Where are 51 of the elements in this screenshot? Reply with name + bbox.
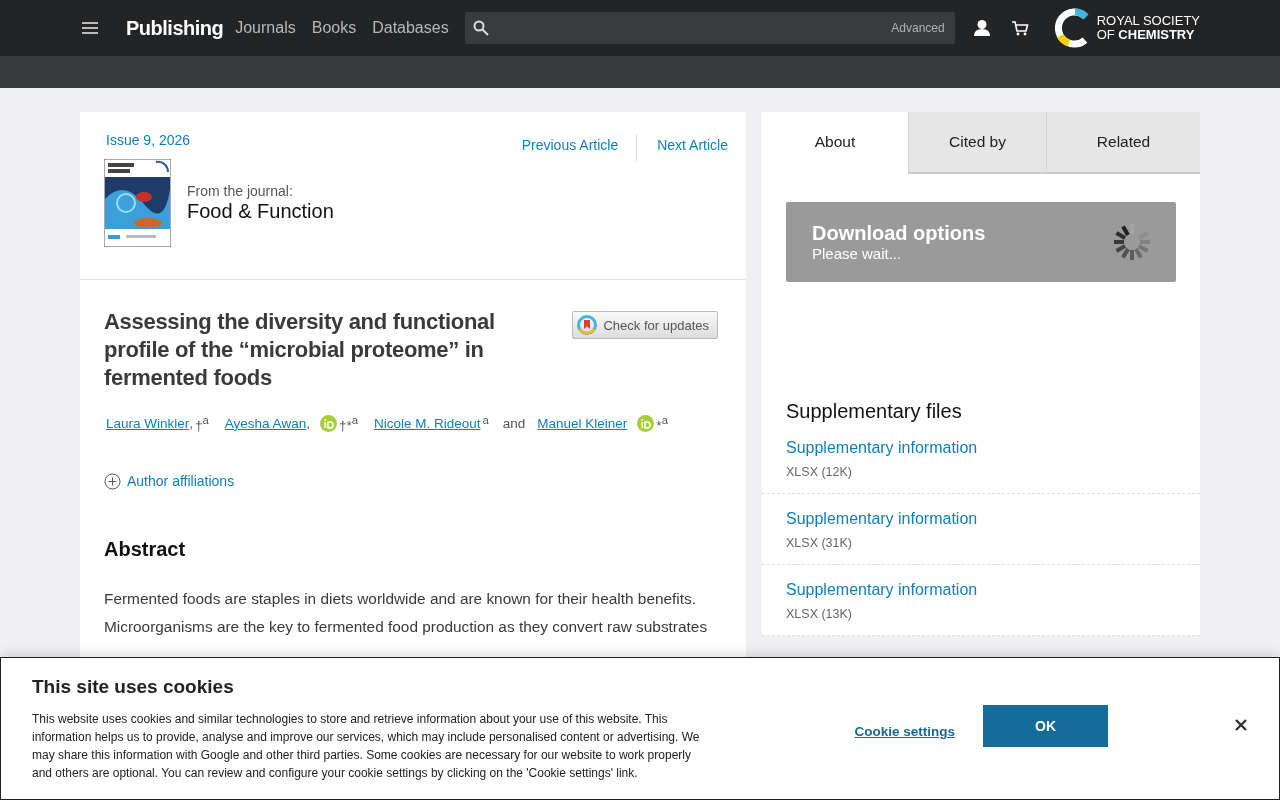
ok-button[interactable]: OK	[983, 705, 1108, 747]
cart-icon[interactable]	[1010, 19, 1029, 37]
advanced-link[interactable]: Advanced	[891, 21, 945, 35]
author-link[interactable]: Laura Winkler	[106, 415, 190, 431]
check-updates-button[interactable]: Check for updates	[572, 311, 718, 339]
sidebar-tab[interactable]: Related	[1046, 112, 1200, 174]
plus-circle-icon	[104, 472, 121, 490]
search-icon[interactable]	[472, 20, 489, 36]
menu-icon[interactable]	[82, 21, 98, 35]
user-icon[interactable]	[972, 19, 991, 37]
nav-link[interactable]: Books	[311, 19, 357, 37]
bookmark-icon	[577, 315, 598, 335]
author-link[interactable]: Manuel Kleiner	[537, 415, 628, 431]
file-size: XLSX (31K)	[786, 536, 853, 550]
download-options-button[interactable]: Download options Please wait...	[786, 202, 1176, 282]
file-size: XLSX (12K)	[786, 465, 853, 479]
cookie-text: This website uses cookies and similar technologies to store and retrieve information about your use of this website. This information helps us to provide, analyse and improve our services, which may include personalised content or advertising. We may share this information with Google and other third parties. Some cookies are necessary for our website to work properly and others are optional. You can review and configure your cookie settings by clicking on the 'Cookie settings' link.	[32, 711, 701, 782]
close-icon[interactable]	[1234, 718, 1248, 732]
abstract-text: Fermented foods are staples in diets worldwide and are known for their health benefits. Microorganisms are the key to fermented food production as they convert raw substrates	[104, 588, 709, 637]
author-marks: *$^{a}$	[656, 414, 668, 433]
sidebar-tab[interactable]: Cited by	[908, 112, 1047, 174]
cookie-title: This site uses cookies	[32, 676, 235, 698]
supplementary-heading: Supplementary files	[786, 400, 963, 423]
article-title: Assessing the diversity and functional profile of the “microbial proteome” in fermented foods	[104, 308, 496, 392]
download-title: Download options	[812, 222, 986, 245]
conjunction: and	[502, 415, 526, 431]
abstract-heading: Abstract	[104, 537, 187, 561]
brand-logo[interactable]: Publishing	[126, 16, 224, 40]
logo-text: ROYAL SOCIETY OF CHEMISTRY	[1096, 14, 1200, 42]
file-link[interactable]: Supplementary information	[786, 439, 1176, 457]
author-link[interactable]: Nicole M. Rideout	[373, 415, 481, 431]
search-field[interactable]: Advanced	[464, 12, 955, 44]
cookie-settings-link[interactable]: Cookie settings	[854, 724, 955, 739]
nav-link[interactable]: Journals	[235, 19, 296, 37]
author-marks: †*$^{a}$	[338, 414, 358, 433]
file-link[interactable]: Supplementary information	[786, 581, 1176, 599]
author-marks: †$^{a}$	[195, 414, 209, 433]
separator: ,	[189, 415, 194, 431]
download-status: Please wait...	[812, 245, 903, 262]
article-nav-link[interactable]: Next Article	[637, 134, 728, 161]
author-marks: a	[482, 414, 489, 428]
separator: ,	[306, 415, 310, 431]
file-link[interactable]: Supplementary information	[786, 510, 1176, 528]
affiliations-toggle[interactable]: Author affiliations	[104, 472, 718, 490]
journal-label: From the journal:	[187, 183, 294, 199]
file-size: XLSX (13K)	[786, 607, 853, 621]
loading-spinner-icon	[1114, 224, 1150, 260]
journal-name[interactable]: Food & Function	[187, 200, 334, 223]
article-nav-link[interactable]: Previous Article	[501, 134, 638, 161]
issue-link[interactable]: Issue 9, 2026	[106, 132, 191, 148]
nav-link[interactable]: Databases	[372, 19, 449, 37]
